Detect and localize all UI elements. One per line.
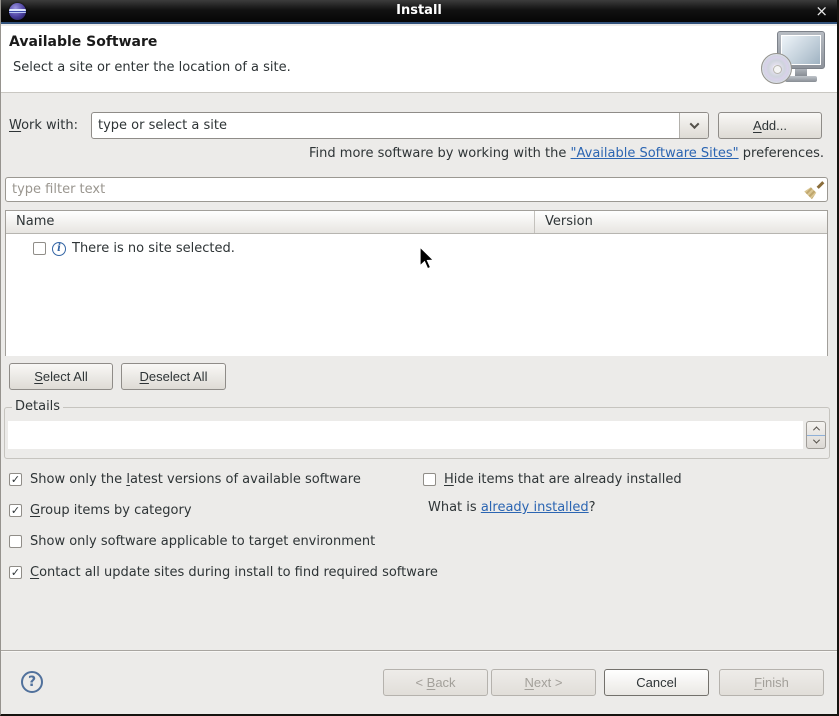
page-title: Available Software bbox=[9, 34, 157, 50]
select-all-button[interactable]: Select All bbox=[9, 363, 113, 390]
site-combo-dropdown-button[interactable] bbox=[679, 113, 708, 138]
option-label: Group items by category bbox=[30, 503, 192, 518]
close-icon[interactable]: × bbox=[815, 0, 828, 22]
available-software-sites-link[interactable]: "Available Software Sites" bbox=[571, 146, 739, 161]
checkbox[interactable] bbox=[9, 535, 22, 548]
chevron-down-icon bbox=[689, 119, 699, 129]
already-installed-link[interactable]: already installed bbox=[481, 500, 589, 515]
install-software-icon bbox=[759, 29, 825, 89]
work-with-row: Work with: type or select a site Add... bbox=[9, 112, 822, 139]
finish-button[interactable]: Finish bbox=[719, 669, 824, 696]
wizard-banner: Available Software Select a site or ente… bbox=[1, 26, 837, 93]
details-scrollbar[interactable] bbox=[806, 421, 826, 449]
chevron-up-icon bbox=[812, 426, 819, 433]
question-mark-icon: ? bbox=[28, 674, 36, 690]
row-checkbox[interactable] bbox=[33, 242, 46, 255]
install-dialog: Install × Available Software Select a si… bbox=[0, 0, 839, 716]
filter-box bbox=[5, 177, 828, 202]
scroll-down-button[interactable] bbox=[807, 436, 825, 449]
what-is-installed-text: What is already installed? bbox=[428, 500, 596, 515]
table-header: Name Version bbox=[6, 211, 827, 234]
chevron-down-icon bbox=[812, 437, 819, 444]
footer-separator bbox=[1, 650, 837, 652]
filter-input[interactable] bbox=[6, 182, 806, 197]
titlebar[interactable]: Install × bbox=[1, 0, 837, 24]
scroll-up-button[interactable] bbox=[807, 422, 825, 435]
checkbox[interactable]: ✓ bbox=[9, 566, 22, 579]
option-label: Contact all update sites during install … bbox=[30, 565, 438, 580]
details-label: Details bbox=[12, 399, 63, 414]
cd-disc-icon bbox=[761, 53, 792, 84]
option-target-environment[interactable]: Show only software applicable to target … bbox=[9, 533, 375, 549]
checkbox[interactable]: ✓ bbox=[9, 504, 22, 517]
checkbox[interactable]: ✓ bbox=[9, 473, 22, 486]
column-header-name[interactable]: Name bbox=[6, 211, 535, 233]
window-title: Install bbox=[1, 0, 837, 22]
back-button[interactable]: < Back bbox=[383, 669, 488, 696]
option-contact-update-sites[interactable]: ✓ Contact all update sites during instal… bbox=[9, 564, 438, 580]
option-show-latest[interactable]: ✓ Show only the latest versions of avail… bbox=[9, 471, 361, 487]
cancel-button[interactable]: Cancel bbox=[604, 669, 709, 696]
table-body: i There is no site selected. bbox=[6, 234, 827, 356]
software-table: Name Version i There is no site selected… bbox=[5, 210, 828, 356]
clear-filter-icon[interactable] bbox=[806, 181, 823, 198]
site-combo[interactable]: type or select a site bbox=[91, 112, 709, 139]
checkbox[interactable] bbox=[423, 473, 436, 486]
site-combo-entry[interactable]: type or select a site bbox=[92, 113, 679, 138]
find-more-text: Find more software by working with the "… bbox=[309, 146, 824, 161]
help-button[interactable]: ? bbox=[21, 671, 43, 693]
option-label: Show only software applicable to target … bbox=[30, 534, 375, 549]
table-row[interactable]: i There is no site selected. bbox=[6, 234, 827, 256]
work-with-label: Work with: bbox=[9, 118, 91, 133]
column-header-version[interactable]: Version bbox=[535, 211, 827, 233]
details-group: Details bbox=[4, 407, 830, 459]
page-subtitle: Select a site or enter the location of a… bbox=[13, 60, 291, 75]
option-hide-installed[interactable]: Hide items that are already installed bbox=[423, 471, 682, 487]
row-label: There is no site selected. bbox=[72, 241, 235, 256]
details-textarea[interactable] bbox=[8, 421, 803, 449]
add-button[interactable]: Add... bbox=[718, 112, 822, 139]
deselect-all-button[interactable]: Deselect All bbox=[121, 363, 226, 390]
option-group-by-category[interactable]: ✓ Group items by category bbox=[9, 502, 192, 518]
option-label: Show only the latest versions of availab… bbox=[30, 472, 361, 487]
option-label: Hide items that are already installed bbox=[444, 472, 682, 487]
info-icon: i bbox=[52, 242, 66, 256]
next-button[interactable]: Next > bbox=[491, 669, 596, 696]
